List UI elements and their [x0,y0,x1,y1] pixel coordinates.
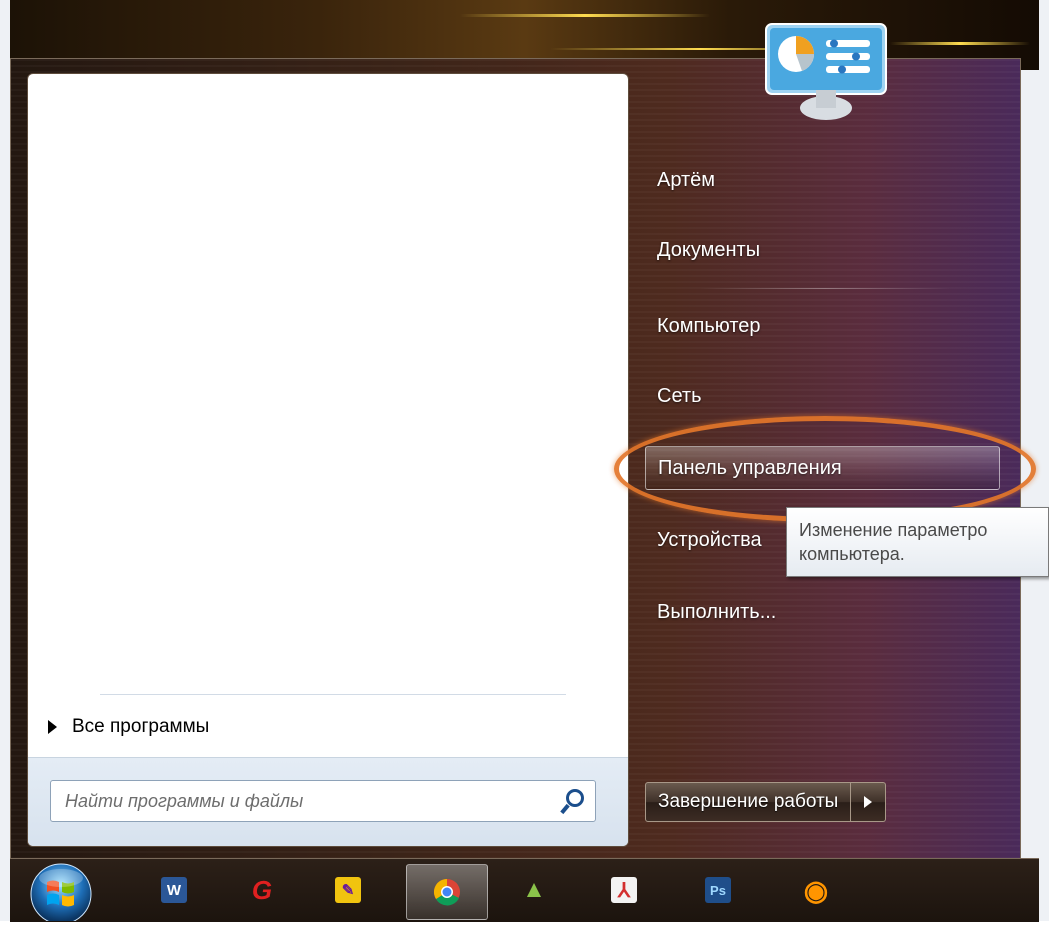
photoshop-icon[interactable]: Ps [694,866,742,914]
taskbar-glyph: ▲ [522,876,546,903]
right-menu-item-user[interactable]: Артём [645,158,1000,202]
right-menu-item-label: Артём [657,168,716,191]
tooltip-line: компьютера. [799,544,905,564]
right-menu-item-documents[interactable]: Документы [645,228,1000,272]
paint-icon[interactable]: ✎ [324,866,372,914]
start-button[interactable] [22,858,100,925]
chevron-right-icon [864,796,873,808]
start-menu-left-panel: Все программы [27,73,629,847]
acrobat-icon[interactable]: ⅄ [600,866,648,914]
taskbar-glyph: ⅄ [611,877,637,903]
shutdown-control: Завершение работы [645,782,887,822]
screen: Все программы Найти программы и файлы Ар… [0,0,1049,925]
taskbar-glyph: W [161,877,187,903]
right-menu-item-label: Документы [657,238,761,261]
search-box[interactable] [50,780,596,822]
right-menu-item-computer[interactable]: Компьютер [645,304,1000,348]
android-icon[interactable]: ▲ [510,866,558,914]
search-area [28,757,628,846]
right-menu-item-run[interactable]: Выполнить... [645,590,1000,634]
right-menu-item-label: Устройства [657,528,762,551]
taskbar-glyph: ◉ [803,874,829,906]
right-menu-item-network[interactable]: Сеть [645,374,1000,418]
shutdown-button[interactable]: Завершение работы [645,782,852,822]
right-menu-item-label: Выполнить... [657,600,777,623]
app-g-icon[interactable]: G [238,866,286,914]
shutdown-options-button[interactable] [851,782,887,822]
taskbar-glyph: Ps [705,877,731,903]
chrome-icon[interactable] [406,864,488,920]
search-icon[interactable] [555,783,591,819]
search-input[interactable] [63,782,555,820]
chrome-logo [433,878,460,906]
firefox-icon[interactable]: ◉ [792,866,840,914]
right-menu-separator [700,288,950,289]
taskbar-glyph: ✎ [335,877,361,903]
tooltip: Изменение параметро компьютера. [786,507,1049,577]
all-programs-label: Все программы [72,716,210,737]
all-programs-button[interactable]: Все программы [48,712,209,742]
tooltip-line: Изменение параметро [799,520,988,540]
arrow-right-icon [48,720,57,734]
word-icon[interactable]: W [150,866,198,914]
right-menu-item-label: Сеть [657,384,702,407]
taskbar-glyph: G [251,874,273,905]
control-panel-picture-icon[interactable] [764,22,888,122]
right-menu-item-label: Компьютер [657,314,761,337]
divider [100,694,566,695]
